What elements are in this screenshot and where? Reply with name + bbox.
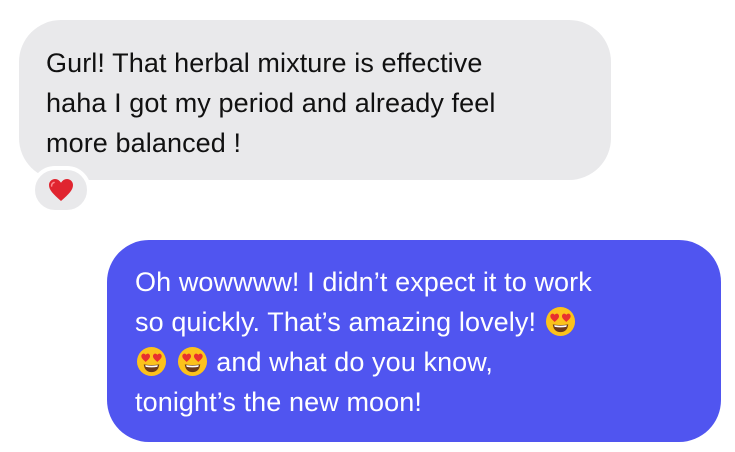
heart-eyes-emoji-icon xyxy=(545,306,575,337)
outgoing-text-2: so quickly. That’s amazing lovely! xyxy=(135,307,537,337)
heart-eyes-emoji-icon xyxy=(177,346,207,377)
outgoing-text-1: Oh wowwww! I didn’t expect it to work xyxy=(135,267,592,297)
outgoing-message-line-4: tonight’s the new moon! xyxy=(135,382,697,422)
outgoing-text-4: tonight’s the new moon! xyxy=(135,387,422,417)
outgoing-text-3: and what do you know, xyxy=(216,347,494,377)
red-heart-icon xyxy=(49,179,73,201)
incoming-message-line-1: Gurl! That herbal mixture is effective xyxy=(46,48,483,78)
heart-eyes-emoji-icon xyxy=(136,346,167,377)
outgoing-message-line-1: Oh wowwww! I didn’t expect it to work xyxy=(135,262,697,302)
heart-reaction-badge[interactable] xyxy=(31,166,91,214)
incoming-message-line-3: more balanced ! xyxy=(46,128,242,158)
outgoing-message-line-3: and what do you know, xyxy=(135,342,697,382)
message-thread: Gurl! That herbal mixture is effective h… xyxy=(0,0,735,452)
incoming-message-bubble[interactable]: Gurl! That herbal mixture is effective h… xyxy=(19,20,611,180)
outgoing-message-line-2: so quickly. That’s amazing lovely! xyxy=(135,302,697,342)
outgoing-message-bubble[interactable]: Oh wowwww! I didn’t expect it to work so… xyxy=(107,240,721,442)
incoming-message-line-2: haha I got my period and already feel xyxy=(46,88,496,118)
